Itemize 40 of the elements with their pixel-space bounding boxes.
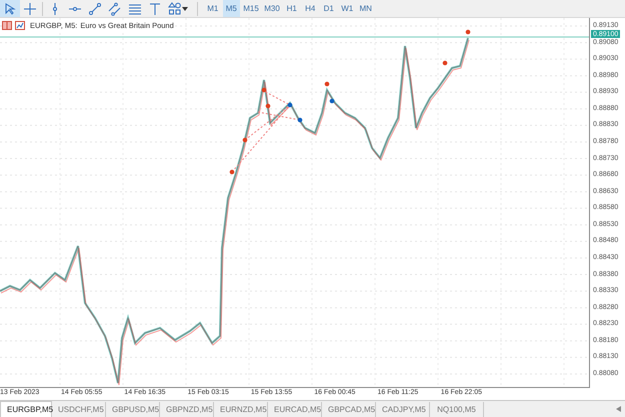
shapes-icon: [168, 2, 182, 16]
caret-icon: [182, 6, 188, 12]
sell-marker-icon: [262, 88, 266, 92]
chart-tab[interactable]: GBPCAD,M5: [322, 402, 376, 417]
sell-marker-icon: [466, 30, 470, 34]
crosshair-icon: [23, 2, 37, 16]
sell-marker-icon: [266, 104, 270, 108]
chart-tab[interactable]: GBPNZD,M5: [160, 402, 214, 417]
sell-marker-icon: [230, 170, 234, 174]
text-icon: [148, 2, 162, 16]
sell-marker-icon: [324, 82, 330, 86]
cursor-tool-button[interactable]: [0, 0, 20, 17]
chart-tab[interactable]: CADJPY,M5: [376, 402, 430, 417]
sell-marker-icon: [442, 60, 448, 66]
shapes-tool-button[interactable]: [165, 0, 191, 17]
buy-marker-icon: [298, 118, 302, 122]
fibonacci-lines-icon: [128, 2, 142, 16]
timeframe-button[interactable]: H4: [302, 0, 319, 17]
chart-tab[interactable]: EURCAD,M5: [268, 402, 322, 417]
buy-marker-icon: [330, 98, 334, 104]
timeframe-button[interactable]: H1: [283, 0, 300, 17]
timeframe-button[interactable]: M5: [222, 0, 240, 17]
chart-tab[interactable]: EURNZD,M5: [214, 402, 268, 417]
timeframe-button[interactable]: M1: [204, 0, 222, 17]
trend-line-icon: [88, 2, 102, 16]
channel-icon: [108, 2, 122, 16]
timeframe-button[interactable]: MN: [357, 0, 374, 17]
scroll-left-icon[interactable]: [616, 406, 621, 412]
timeframe-button[interactable]: M15: [241, 0, 261, 17]
buy-marker-icon: [288, 102, 292, 108]
sell-marker-icon: [242, 138, 248, 142]
timeframe-button[interactable]: W1: [338, 0, 356, 17]
cursor-icon: [3, 2, 17, 16]
timeframe-button[interactable]: D1: [320, 0, 338, 17]
chart-tab[interactable]: GBPUSD,M5: [106, 402, 160, 417]
timeframe-button[interactable]: M30: [262, 0, 282, 17]
chart-tab[interactable]: EURGBP,M5: [0, 401, 52, 417]
chart-window-icon: [2, 21, 12, 30]
chart-tab[interactable]: NQ100,M5: [430, 402, 484, 417]
chart-tab[interactable]: USDCHF,M5: [52, 402, 106, 417]
